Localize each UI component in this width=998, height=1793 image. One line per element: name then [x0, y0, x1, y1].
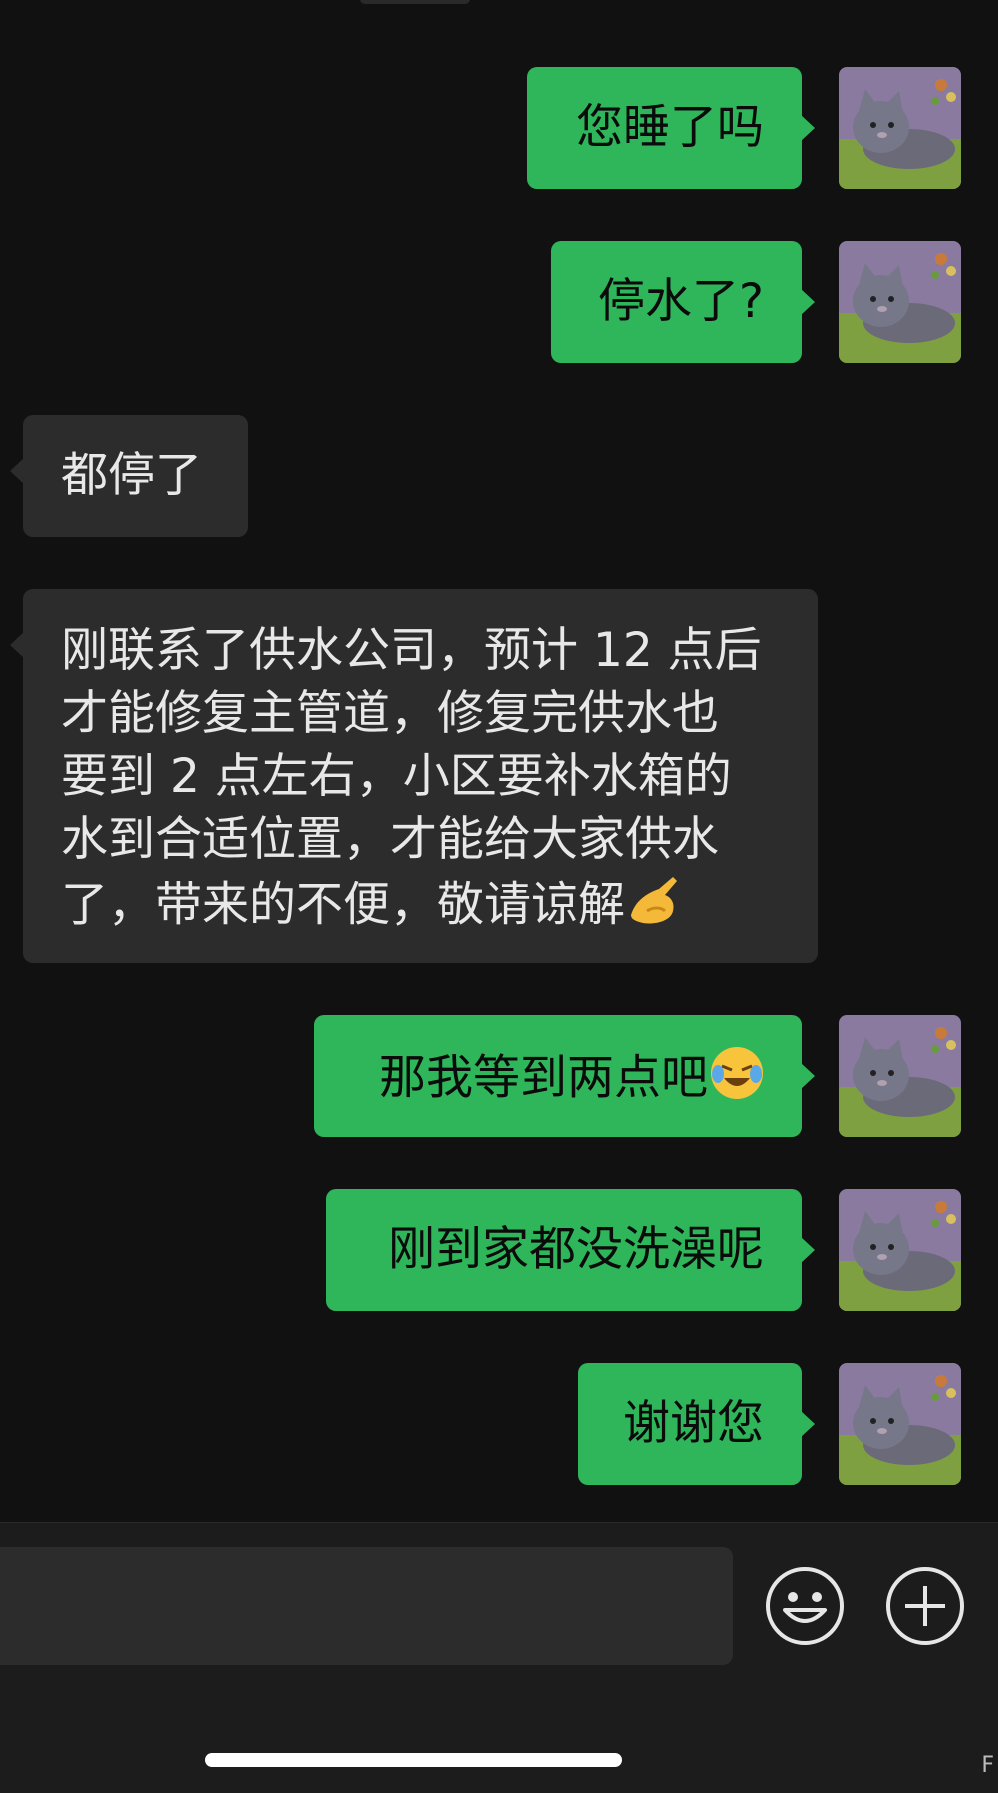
message-text-line: 刚联系了供水公司，预计 12 点后 [61, 623, 762, 678]
message-bubble-outgoing[interactable]: 刚到家都没洗澡呢 [326, 1189, 815, 1311]
cat-avatar-image [839, 241, 961, 363]
avatar[interactable] [839, 1363, 961, 1485]
cat-avatar-image [839, 67, 961, 189]
message-bubble-outgoing[interactable]: 谢谢您 [578, 1363, 815, 1485]
avatar[interactable] [839, 67, 961, 189]
message-text-line: 要到 2 点左右，小区要补水箱的 [61, 749, 732, 804]
message-text: 刚到家都没洗澡呢 [388, 1222, 764, 1277]
avatar[interactable] [839, 1015, 961, 1137]
message-text: 停水了? [598, 274, 764, 329]
avatar[interactable] [839, 241, 961, 363]
message-text: 您睡了吗 [576, 100, 764, 155]
message-text-line: 水到合适位置，才能给大家供水 [61, 812, 719, 867]
message-text: 谢谢您 [623, 1396, 764, 1451]
message-text-line: 了，带来的不便，敬请谅解 [61, 871, 780, 945]
more-button[interactable] [885, 1566, 965, 1646]
input-bar: F [0, 1522, 998, 1793]
message-bubble-incoming[interactable]: 都停了 [10, 415, 248, 537]
message-bubble-outgoing[interactable]: 那我等到两点吧 [314, 1015, 815, 1137]
message-bubble-outgoing[interactable]: 您睡了吗 [527, 67, 815, 189]
emoji-button[interactable] [765, 1566, 845, 1646]
avatar[interactable] [839, 1189, 961, 1311]
chat-area[interactable]: 您睡了吗 停水了? 都停了 刚联系了供水公司，预计 12 点后 才能修复主管道，… [0, 0, 998, 1522]
home-indicator[interactable] [205, 1753, 622, 1767]
message-text-segment: 了，带来的不便，敬请谅解 [61, 877, 625, 933]
message-bubble-incoming[interactable]: 刚联系了供水公司，预计 12 点后 才能修复主管道，修复完供水也 要到 2 点左… [10, 589, 818, 963]
cat-avatar-image [839, 1363, 961, 1485]
plus-circle-icon [886, 1567, 964, 1645]
message-text: 都停了 [61, 448, 202, 503]
cat-avatar-image [839, 1015, 961, 1137]
crying-laughing-emoji-icon [708, 1044, 766, 1118]
message-text-line: 才能修复主管道，修复完供水也 [61, 686, 719, 741]
ok-hand-emoji-icon [625, 871, 683, 945]
message-input[interactable] [0, 1547, 733, 1665]
message-text: 那我等到两点吧 [379, 1050, 708, 1106]
message-bubble-outgoing[interactable]: 停水了? [551, 241, 815, 363]
watermark-fragment: F [981, 1753, 994, 1778]
clipped-timestamp [360, 0, 470, 4]
smiley-icon [766, 1567, 844, 1645]
cat-avatar-image [839, 1189, 961, 1311]
